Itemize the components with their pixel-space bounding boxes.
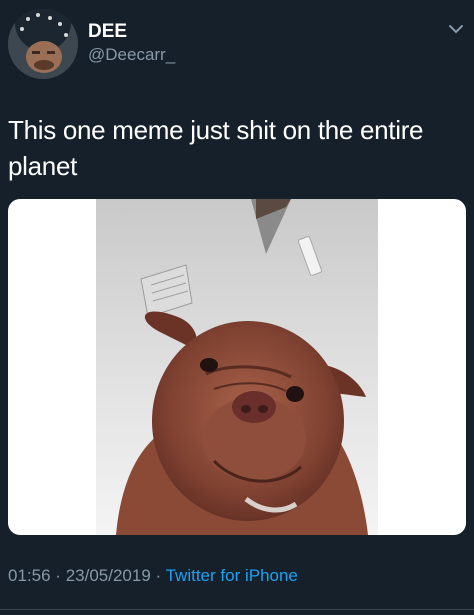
- avatar[interactable]: [8, 9, 78, 79]
- user-handle[interactable]: @Deecarr_: [88, 45, 175, 65]
- display-name[interactable]: DEE: [88, 21, 127, 43]
- meta-separator: ·: [55, 566, 61, 585]
- tweet-date[interactable]: 23/05/2019: [66, 566, 151, 585]
- divider: [0, 609, 474, 610]
- dog-photo: [96, 199, 378, 535]
- tweet-time[interactable]: 01:56: [8, 566, 51, 585]
- tweet-source-link[interactable]: Twitter for iPhone: [166, 566, 298, 585]
- tweet: DEE @Deecarr_ This one meme just shit on…: [0, 0, 474, 615]
- meta-separator-2: ·: [155, 566, 162, 585]
- avatar-image: [8, 9, 78, 79]
- tweet-text: This one meme just shit on the entire pl…: [8, 115, 424, 181]
- tweet-meta: 01:56 · 23/05/2019 · Twitter for iPhone: [8, 566, 298, 586]
- tweet-media[interactable]: [8, 199, 466, 535]
- chevron-down-icon[interactable]: [448, 22, 464, 34]
